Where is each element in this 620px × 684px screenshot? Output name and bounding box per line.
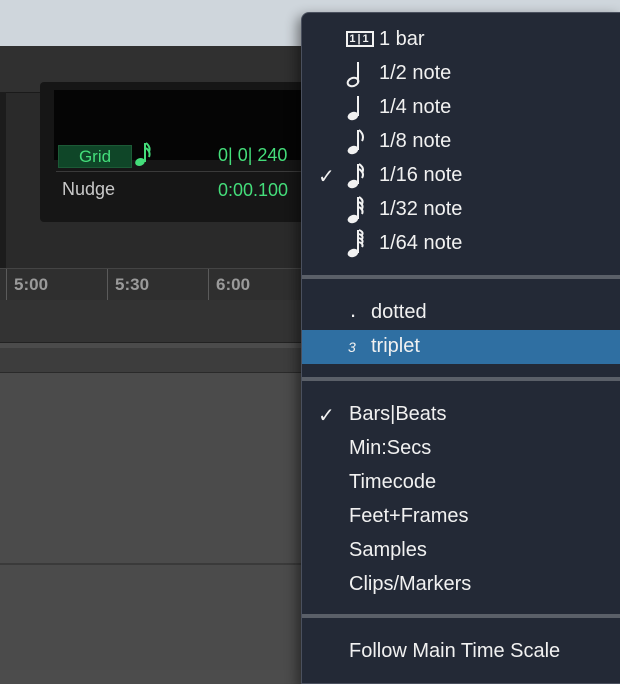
menu-item-min-secs[interactable]: Min:Secs — [302, 432, 620, 466]
menu-item-label: Samples — [349, 539, 427, 561]
grid-value-menu[interactable]: 1|1 1 bar 1/2 note 1/4 note 1/8 note ✓ 1… — [301, 12, 620, 684]
menu-item-label: Bars|Beats — [349, 403, 447, 425]
sixteenth-note-icon[interactable] — [134, 140, 152, 168]
menu-item-dotted[interactable]: . dotted — [302, 296, 620, 330]
menu-separator — [302, 377, 620, 381]
menu-item-label: Clips/Markers — [349, 573, 472, 595]
menu-item-sixteenth-note[interactable]: ✓ 1/16 note — [302, 159, 620, 193]
triplet-icon: 3 — [348, 339, 356, 355]
eighth-note-icon — [347, 129, 364, 155]
menu-item-label: 1/2 note — [379, 62, 452, 84]
ruler-tick — [6, 269, 7, 301]
ruler-label: 5:00 — [14, 275, 49, 294]
menu-item-label: dotted — [371, 301, 427, 323]
menu-item-label: 1/16 note — [379, 164, 463, 186]
menu-item-half-note[interactable]: 1/2 note — [302, 57, 620, 91]
checkmark-icon: ✓ — [318, 405, 335, 427]
ruler-label: 5:30 — [115, 275, 150, 294]
menu-item-1-bar[interactable]: 1|1 1 bar — [302, 23, 620, 57]
panel-divider — [56, 171, 302, 172]
menu-item-label: 1/8 note — [379, 130, 452, 152]
menu-item-samples[interactable]: Samples — [302, 534, 620, 568]
nudge-mode-button[interactable]: Nudge — [62, 179, 115, 200]
nudge-value[interactable]: 0:00.100 — [218, 180, 288, 201]
menu-item-label: 1/4 note — [379, 96, 452, 118]
menu-item-sixty-fourth-note[interactable]: 1/64 note — [302, 227, 620, 261]
menu-item-label: Timecode — [349, 471, 437, 493]
menu-item-eighth-note[interactable]: 1/8 note — [302, 125, 620, 159]
menu-item-label: Feet+Frames — [349, 505, 469, 527]
menu-item-label: 1/32 note — [379, 198, 463, 220]
quarter-note-icon — [347, 96, 359, 121]
dot-icon: . — [350, 297, 357, 322]
menu-item-clips-markers[interactable]: Clips/Markers — [302, 568, 620, 602]
sixty-fourth-note-icon — [347, 229, 364, 258]
bar-icon: 1|1 — [346, 31, 374, 47]
half-note-icon — [346, 62, 360, 88]
menu-item-feet-frames[interactable]: Feet+Frames — [302, 500, 620, 534]
menu-item-thirty-second-note[interactable]: 1/32 note — [302, 193, 620, 227]
ruler-label: 6:00 — [216, 275, 251, 294]
menu-item-triplet[interactable]: 3 triplet — [302, 330, 620, 364]
sixteenth-note-icon — [347, 163, 364, 189]
toolbar-divider — [0, 92, 6, 282]
menu-item-follow-main-time-scale[interactable]: Follow Main Time Scale — [302, 635, 620, 669]
checkmark-icon: ✓ — [318, 166, 335, 188]
grid-value[interactable]: 0| 0| 240 — [218, 145, 287, 166]
menu-item-quarter-note[interactable]: 1/4 note — [302, 91, 620, 125]
menu-item-label: 1/64 note — [379, 232, 463, 254]
thirty-second-note-icon — [347, 196, 364, 224]
menu-item-label: Follow Main Time Scale — [349, 640, 561, 662]
menu-item-bars-beats[interactable]: ✓ Bars|Beats — [302, 398, 620, 432]
menu-item-label: 1 bar — [379, 28, 425, 50]
menu-item-label: triplet — [371, 335, 420, 357]
ruler-tick — [208, 269, 209, 301]
ruler-tick — [107, 269, 108, 301]
menu-separator — [302, 614, 620, 618]
grid-mode-button[interactable]: Grid — [58, 145, 132, 168]
menu-item-timecode[interactable]: Timecode — [302, 466, 620, 500]
menu-item-label: Min:Secs — [349, 437, 432, 459]
menu-separator — [302, 275, 620, 279]
